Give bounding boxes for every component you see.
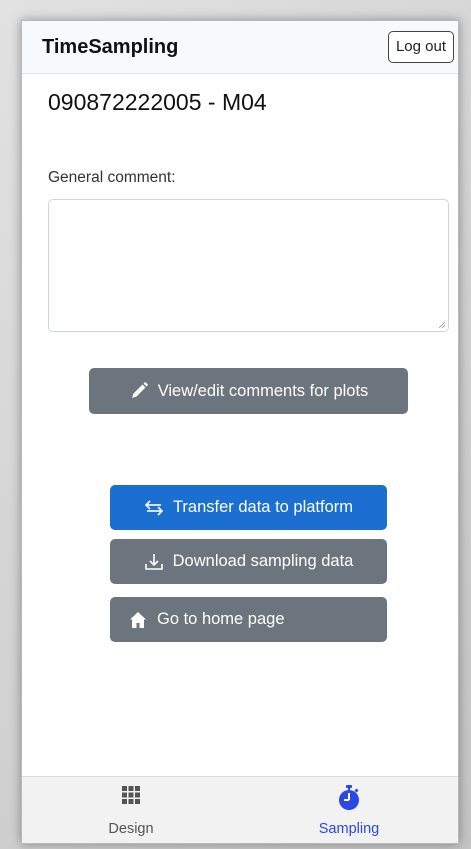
bottom-nav: Design Sampling [22, 776, 458, 843]
pencil-icon [131, 382, 148, 398]
general-comment-textarea[interactable] [48, 199, 449, 332]
download-data-label: Download sampling data [172, 552, 354, 570]
go-home-label: Go to home page [157, 610, 285, 628]
stopwatch-icon [339, 785, 359, 810]
app-header: TimeSampling Log out [22, 21, 458, 74]
nav-item-sampling[interactable]: Sampling [240, 777, 458, 843]
transfer-data-label: Transfer data to platform [172, 498, 354, 516]
download-icon [144, 553, 163, 570]
app-title: TimeSampling [42, 36, 179, 58]
resize-grip-icon[interactable] [438, 321, 445, 328]
go-home-button[interactable]: Go to home page [110, 597, 387, 642]
logout-button[interactable]: Log out [387, 31, 454, 63]
nav-label-sampling: Sampling [318, 821, 380, 837]
nav-label-design: Design [108, 821, 154, 837]
page-title: 090872222005 - M04 [48, 89, 267, 115]
home-icon [130, 611, 146, 628]
view-edit-comments-label: View/edit comments for plots [157, 381, 369, 400]
transfer-data-button[interactable]: Transfer data to platform [110, 485, 387, 530]
download-data-button[interactable]: Download sampling data [110, 539, 387, 584]
nav-item-design[interactable]: Design [22, 777, 240, 843]
transfer-arrows-icon [144, 499, 164, 516]
grid-icon [122, 786, 140, 804]
general-comment-label: General comment: [48, 169, 176, 186]
view-edit-comments-button[interactable]: View/edit comments for plots [89, 368, 408, 414]
app-window: TimeSampling Log out 090872222005 - M04 … [21, 20, 459, 844]
